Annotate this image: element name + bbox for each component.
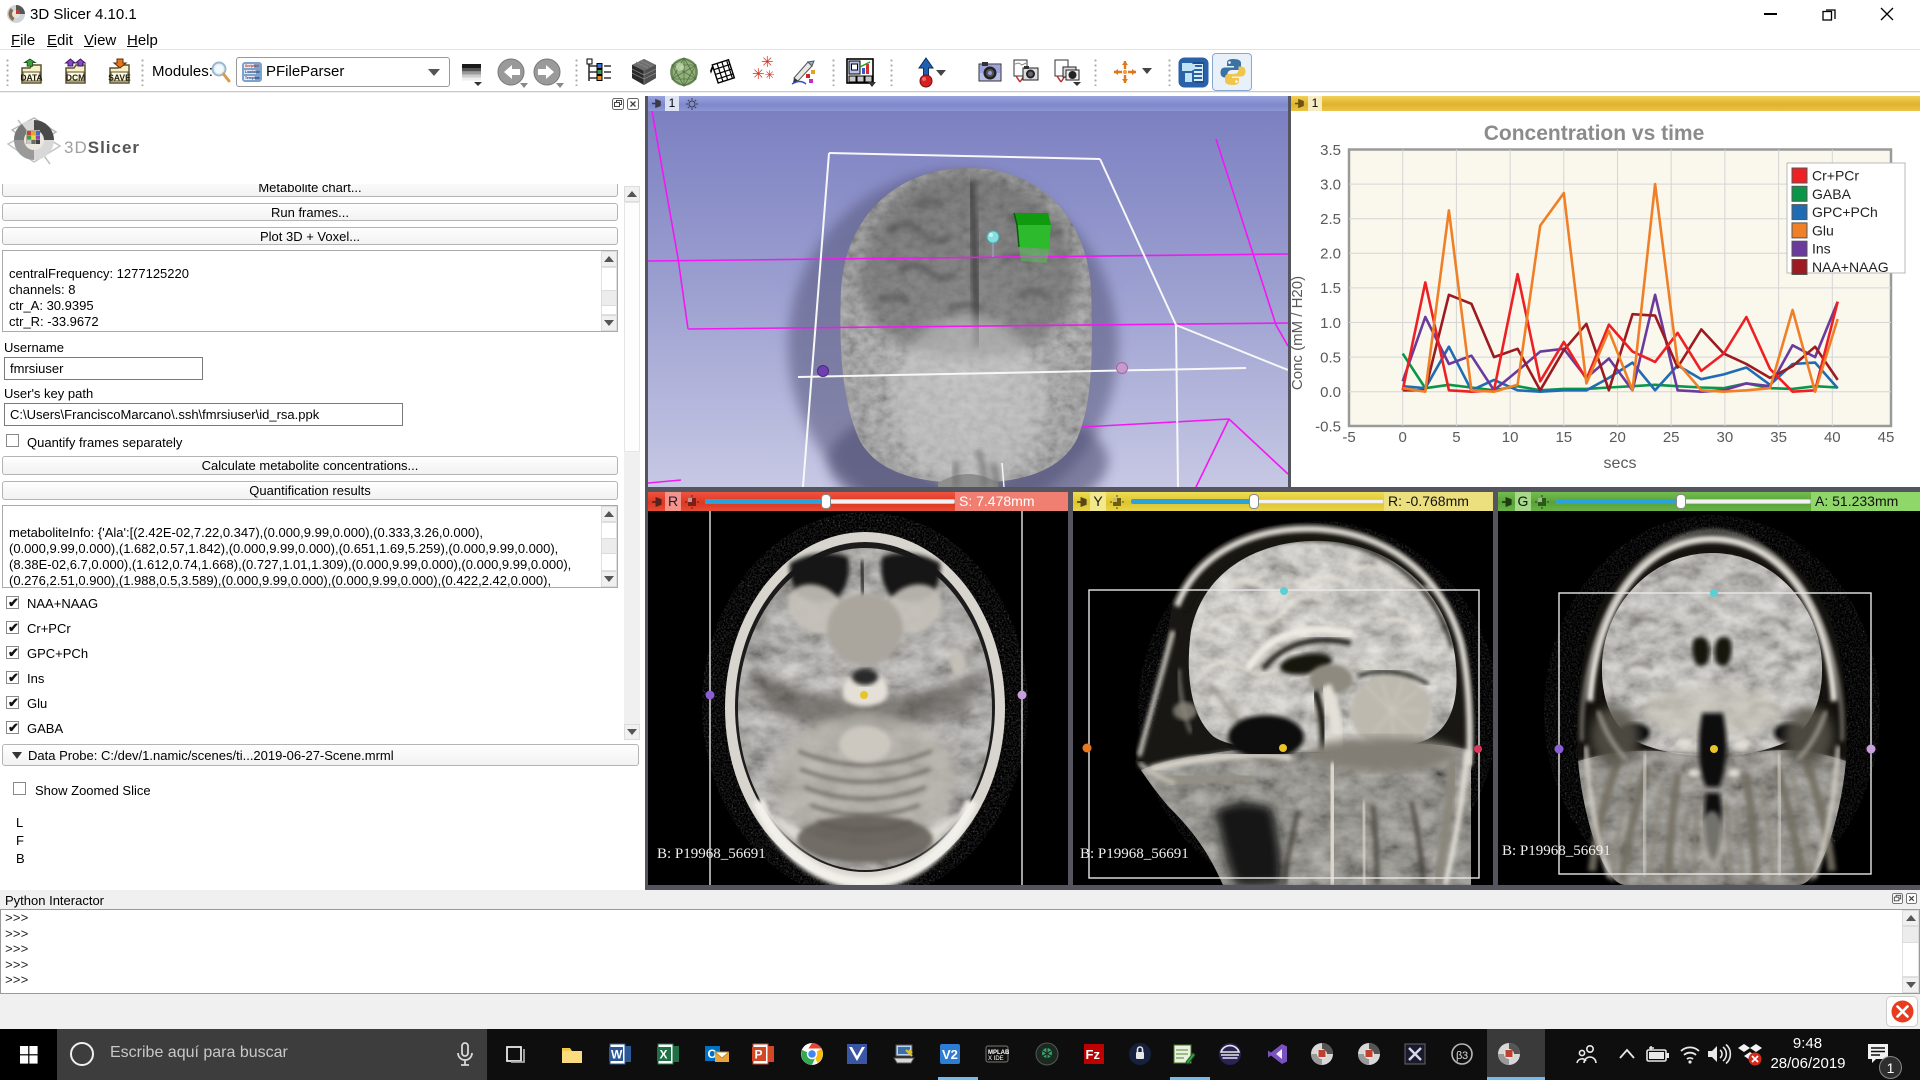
svg-text:DATA: DATA [20,73,42,83]
svg-text:Cr+PCr: Cr+PCr [1812,168,1859,184]
svg-text:B: P19968_56691: B: P19968_56691 [657,846,766,862]
svg-text:P: P [755,1048,763,1062]
svg-text:40: 40 [1824,429,1841,446]
svg-text:NAA+NAAG: NAA+NAAG [1812,259,1889,275]
svg-text:X IDE: X IDE [988,1056,1004,1062]
svg-text:15: 15 [1555,429,1572,446]
svg-text:Template: Template [245,76,260,80]
svg-text:30: 30 [1717,429,1734,446]
svg-text:Scripted: Scripted [245,64,259,68]
svg-text:2.5: 2.5 [1320,211,1341,228]
svg-text:20: 20 [1609,429,1626,446]
svg-text:10: 10 [1502,429,1519,446]
svg-text:2.0: 2.0 [1320,246,1341,263]
svg-text:3.5: 3.5 [1320,142,1341,159]
svg-text:DCM: DCM [66,73,85,83]
svg-text:SAVE: SAVE [108,73,131,83]
svg-text:3: 3 [1462,1050,1468,1062]
svg-text:V2: V2 [942,1047,958,1062]
svg-text:-0.5: -0.5 [1315,419,1341,436]
svg-text:35: 35 [1770,429,1787,446]
svg-text:Fz: Fz [1086,1047,1101,1062]
svg-text:-5: -5 [1342,429,1355,446]
svg-text:Ins: Ins [1812,241,1831,257]
svg-text:GABA: GABA [1812,186,1852,202]
svg-text:GPC+PCh: GPC+PCh [1812,204,1878,220]
svg-text:B: P19968_56691: B: P19968_56691 [1502,843,1611,859]
svg-text:45: 45 [1878,429,1895,446]
svg-text:0.5: 0.5 [1320,349,1341,366]
svg-text:1.0: 1.0 [1320,315,1341,332]
svg-text:0: 0 [1399,429,1407,446]
svg-text:Loadable: Loadable [245,70,260,74]
svg-text:1.5: 1.5 [1320,280,1341,297]
svg-text:Glu: Glu [1812,222,1834,238]
svg-text:B: P19968_56691: B: P19968_56691 [1080,846,1189,862]
svg-text:secs: secs [1604,455,1637,472]
svg-text:25: 25 [1663,429,1680,446]
svg-text:0.0: 0.0 [1320,384,1341,401]
svg-text:Conc (mM / H20): Conc (mM / H20) [1291,276,1306,390]
svg-text:5: 5 [1452,429,1460,446]
svg-text:Concentration vs time: Concentration vs time [1484,122,1705,145]
svg-text:3.0: 3.0 [1320,176,1341,193]
svg-text:X: X [660,1048,668,1062]
svg-text:W: W [611,1048,623,1062]
